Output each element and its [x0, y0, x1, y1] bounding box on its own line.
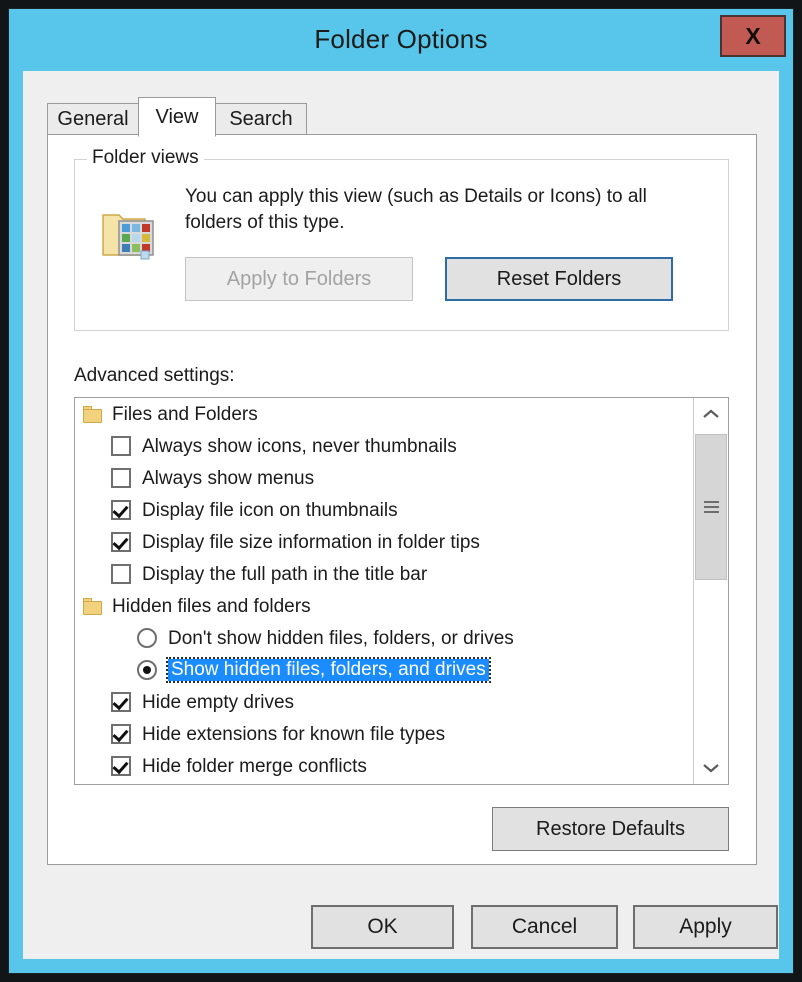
- restore-defaults-button[interactable]: Restore Defaults: [492, 807, 729, 851]
- setting-row[interactable]: Hidden files and folders: [75, 590, 693, 622]
- setting-row-label: Display file icon on thumbnails: [142, 499, 398, 521]
- checkbox-unchecked[interactable]: [111, 468, 131, 488]
- settings-list: Files and Folders Always show icons, neve…: [75, 398, 693, 784]
- scroll-up-button[interactable]: [694, 398, 728, 430]
- folder-views-group: Folder views You can apply this view (su…: [74, 147, 729, 331]
- setting-row-label: Display file size information in folder …: [142, 531, 480, 553]
- setting-row[interactable]: Hide empty drives: [75, 686, 693, 718]
- apply-button[interactable]: Apply: [633, 905, 778, 949]
- tab-general[interactable]: General: [47, 103, 139, 135]
- setting-row-label: Don't show hidden files, folders, or dri…: [168, 627, 514, 649]
- cancel-label: Cancel: [511, 915, 578, 938]
- checkbox-checked[interactable]: [111, 532, 131, 552]
- setting-row[interactable]: Files and Folders: [75, 398, 693, 430]
- reset-folders-button[interactable]: Reset Folders: [445, 257, 673, 301]
- dialog-body: General View Search Folder views You can…: [23, 71, 779, 959]
- ok-button[interactable]: OK: [311, 905, 454, 949]
- list-scrollbar[interactable]: [693, 398, 728, 784]
- checkbox-unchecked[interactable]: [111, 564, 131, 584]
- apply-to-folders-label: Apply to Folders: [226, 267, 372, 290]
- radio-unselected[interactable]: [137, 628, 157, 648]
- restore-defaults-label: Restore Defaults: [536, 817, 685, 840]
- folder-icon: [83, 405, 102, 423]
- chevron-up-icon: [703, 409, 719, 418]
- advanced-settings-listbox[interactable]: Files and Folders Always show icons, neve…: [74, 397, 729, 785]
- window-title: Folder Options: [314, 24, 488, 54]
- checkbox-checked[interactable]: [111, 724, 131, 744]
- title-bar: Folder Options X: [9, 9, 793, 71]
- close-button[interactable]: X: [720, 15, 786, 57]
- setting-row[interactable]: Always show icons, never thumbnails: [75, 430, 693, 462]
- setting-row-label: Files and Folders: [112, 403, 258, 425]
- folder-icon: [83, 597, 102, 615]
- setting-row-label: Show hidden files, folders, and drives: [166, 657, 491, 683]
- setting-row-label: Hide empty drives: [142, 691, 295, 713]
- cancel-button[interactable]: Cancel: [471, 905, 618, 949]
- checkbox-checked[interactable]: [111, 692, 131, 712]
- tab-general-label: General: [57, 107, 129, 130]
- view-tab-panel: Folder views You can apply this view (su…: [47, 134, 757, 865]
- setting-row[interactable]: Hide extensions for known file types: [75, 718, 693, 750]
- reset-folders-label: Reset Folders: [496, 267, 622, 290]
- setting-row-label: Always show menus: [142, 467, 315, 489]
- tab-view-label: View: [155, 105, 199, 128]
- close-icon: X: [745, 22, 761, 49]
- folder-views-icon: [99, 201, 161, 263]
- checkbox-checked[interactable]: [111, 500, 131, 520]
- setting-row[interactable]: Always show menus: [75, 462, 693, 494]
- folder-options-window: Folder Options X General View Search Fol…: [8, 8, 794, 974]
- setting-row[interactable]: Hide folder merge conflicts: [75, 750, 693, 782]
- setting-row-label: Display the full path in the title bar: [142, 563, 428, 585]
- checkbox-checked[interactable]: [111, 756, 131, 776]
- apply-to-folders-button[interactable]: Apply to Folders: [185, 257, 413, 301]
- setting-row[interactable]: Display the full path in the title bar: [75, 558, 693, 590]
- setting-row[interactable]: Show hidden files, folders, and drives: [75, 654, 693, 686]
- advanced-settings-label: Advanced settings:: [74, 365, 235, 386]
- setting-row-label: Always show icons, never thumbnails: [142, 435, 457, 457]
- setting-row-label: Hide extensions for known file types: [142, 723, 446, 745]
- chevron-down-icon: [703, 764, 719, 773]
- setting-row-label: Hide folder merge conflicts: [142, 755, 367, 777]
- setting-row[interactable]: Don't show hidden files, folders, or dri…: [75, 622, 693, 654]
- folder-views-legend: Folder views: [87, 147, 204, 169]
- tab-search-label: Search: [229, 107, 293, 130]
- setting-row[interactable]: Display file icon on thumbnails: [75, 494, 693, 526]
- tab-search[interactable]: Search: [215, 103, 307, 135]
- scroll-down-button[interactable]: [694, 752, 728, 784]
- scroll-thumb[interactable]: [695, 434, 727, 580]
- scroll-thumb-grip: [704, 501, 719, 513]
- radio-selected[interactable]: [137, 660, 157, 680]
- tab-view[interactable]: View: [138, 97, 216, 137]
- setting-row[interactable]: Display file size information in folder …: [75, 526, 693, 558]
- apply-label: Apply: [679, 915, 732, 938]
- setting-row-label: Hidden files and folders: [112, 595, 311, 617]
- ok-label: OK: [367, 915, 398, 938]
- checkbox-unchecked[interactable]: [111, 436, 131, 456]
- folder-views-description: You can apply this view (such as Details…: [185, 186, 647, 233]
